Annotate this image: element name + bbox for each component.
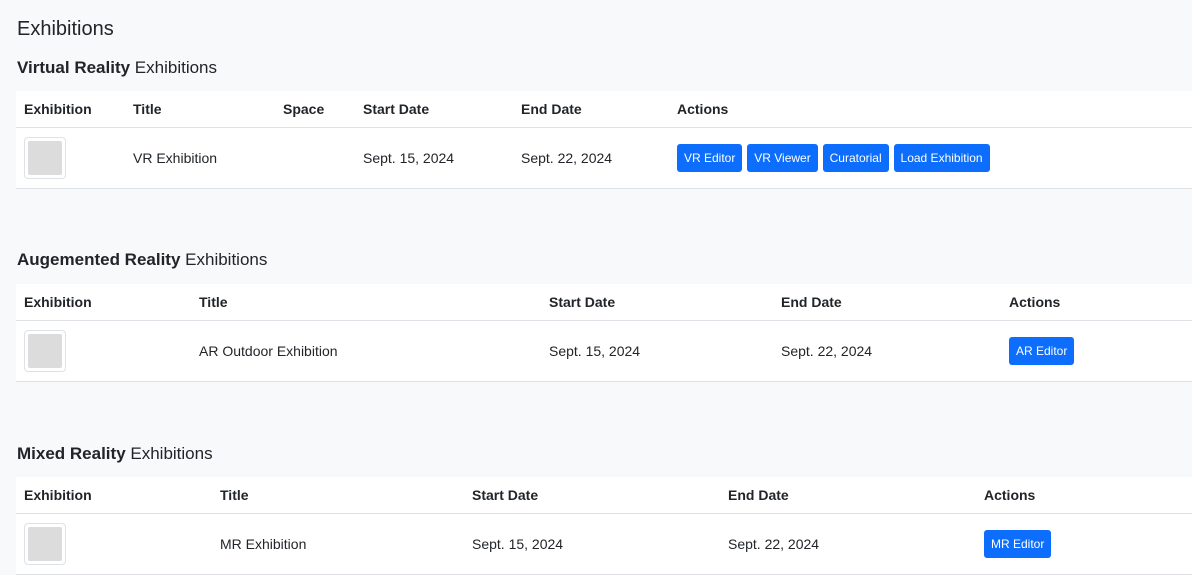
vr-exhibitions-table: Exhibition Title Space Start Date End Da… [16, 91, 1192, 189]
col-header-space: Space [275, 91, 355, 128]
mr-exhibitions-table: Exhibition Title Start Date End Date Act… [16, 477, 1192, 575]
page-title: Exhibitions [17, 18, 114, 40]
ar-section-title: Augemented Reality Exhibitions [17, 249, 267, 271]
exhibition-end-date: Sept. 22, 2024 [773, 320, 1001, 382]
table-row: MR Exhibition Sept. 15, 2024 Sept. 22, 2… [16, 513, 1192, 575]
image-placeholder-icon[interactable] [24, 330, 66, 372]
exhibition-title: VR Exhibition [125, 127, 275, 189]
col-header-end-date: End Date [773, 284, 1001, 321]
exhibition-space [275, 127, 355, 189]
exhibition-end-date: Sept. 22, 2024 [513, 127, 669, 189]
vr-section-title-bold: Virtual Reality [17, 58, 131, 77]
col-header-actions: Actions [1001, 284, 1192, 321]
table-header-row: Exhibition Title Start Date End Date Act… [16, 477, 1192, 514]
exhibition-actions: AR Editor [1001, 320, 1192, 382]
col-header-exhibition: Exhibition [16, 284, 191, 321]
exhibition-start-date: Sept. 15, 2024 [464, 513, 720, 575]
col-header-exhibition: Exhibition [16, 477, 212, 514]
col-header-title: Title [212, 477, 464, 514]
mr-section-title: Mixed Reality Exhibitions [17, 443, 213, 465]
col-header-actions: Actions [669, 91, 1192, 128]
vr-viewer-button[interactable]: VR Viewer [747, 144, 818, 172]
ar-section-title-rest: Exhibitions [180, 250, 268, 269]
col-header-start-date: Start Date [355, 91, 513, 128]
table-header-row: Exhibition Title Start Date End Date Act… [16, 284, 1192, 321]
load-exhibition-button[interactable]: Load Exhibition [893, 144, 990, 172]
image-placeholder-icon[interactable] [24, 523, 66, 565]
curatorial-button[interactable]: Curatorial [822, 144, 889, 172]
mr-editor-button[interactable]: MR Editor [984, 530, 1052, 558]
col-header-end-date: End Date [513, 91, 669, 128]
col-header-end-date: End Date [720, 477, 976, 514]
mr-section-title-bold: Mixed Reality [17, 444, 126, 463]
exhibitions-page: Exhibitions Virtual Reality Exhibitions … [0, 0, 1192, 575]
col-header-title: Title [191, 284, 541, 321]
exhibition-start-date: Sept. 15, 2024 [541, 320, 773, 382]
col-header-exhibition: Exhibition [16, 91, 125, 128]
exhibition-thumb-cell [16, 513, 212, 575]
table-row: VR Exhibition Sept. 15, 2024 Sept. 22, 2… [16, 127, 1192, 189]
exhibition-start-date: Sept. 15, 2024 [355, 127, 513, 189]
exhibition-thumb-cell [16, 320, 191, 382]
vr-section-title: Virtual Reality Exhibitions [17, 57, 217, 79]
mr-section-title-rest: Exhibitions [125, 444, 213, 463]
col-header-start-date: Start Date [464, 477, 720, 514]
image-placeholder-icon[interactable] [24, 137, 66, 179]
exhibition-title: AR Outdoor Exhibition [191, 320, 541, 382]
ar-section-title-bold: Augemented Reality [17, 250, 181, 269]
exhibition-title: MR Exhibition [212, 513, 464, 575]
col-header-start-date: Start Date [541, 284, 773, 321]
exhibition-actions: MR Editor [976, 513, 1192, 575]
table-header-row: Exhibition Title Space Start Date End Da… [16, 91, 1192, 128]
ar-exhibitions-table: Exhibition Title Start Date End Date Act… [16, 284, 1192, 382]
vr-section-title-rest: Exhibitions [130, 58, 218, 77]
ar-editor-button[interactable]: AR Editor [1009, 337, 1075, 365]
col-header-actions: Actions [976, 477, 1192, 514]
exhibition-actions: VR Editor VR Viewer Curatorial Load Exhi… [669, 127, 1192, 189]
exhibition-thumb-cell [16, 127, 125, 189]
exhibition-end-date: Sept. 22, 2024 [720, 513, 976, 575]
vr-editor-button[interactable]: VR Editor [677, 144, 743, 172]
col-header-title: Title [125, 91, 275, 128]
table-row: AR Outdoor Exhibition Sept. 15, 2024 Sep… [16, 320, 1192, 382]
